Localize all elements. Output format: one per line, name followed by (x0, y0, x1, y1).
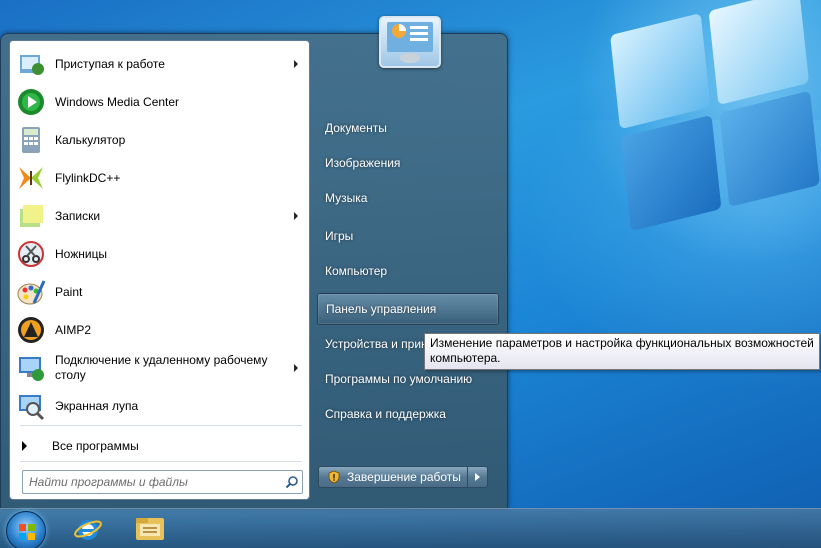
paint-icon (14, 275, 48, 309)
snipping-tool-icon (14, 237, 48, 271)
program-label: Экранная лупа (55, 398, 139, 413)
program-label: FlylinkDC++ (55, 170, 121, 185)
triangle-right-icon (475, 473, 480, 481)
media-center-icon (14, 85, 48, 119)
program-label: AIMP2 (55, 322, 92, 337)
shutdown-button[interactable]: Завершение работы (318, 466, 468, 488)
program-item[interactable]: FlylinkDC++ (12, 159, 308, 197)
calculator-icon (14, 123, 48, 157)
program-label: Windows Media Center (55, 94, 180, 109)
submenu-arrow-icon (294, 212, 298, 220)
program-item[interactable]: Экранная лупа (12, 387, 308, 425)
program-label: Калькулятор (55, 132, 126, 147)
explorer-folder-icon (136, 518, 164, 540)
separator (20, 461, 302, 462)
separator (20, 425, 302, 426)
remote-desktop-icon (14, 351, 48, 385)
right-menu-item[interactable]: Документы (317, 112, 499, 144)
sticky-notes-icon (14, 199, 48, 233)
right-menu-label: Изображения (325, 156, 401, 170)
right-menu-label: Документы (325, 121, 387, 135)
right-menu-item[interactable]: Панель управления (317, 293, 499, 325)
all-programs-button[interactable]: Все программы (12, 432, 308, 460)
right-menu-label: Компьютер (325, 264, 388, 278)
right-menu-item[interactable]: Справка и поддержка (317, 398, 499, 430)
submenu-arrow-icon (294, 60, 298, 68)
shutdown-label: Завершение работы (347, 470, 461, 484)
user-picture[interactable] (379, 16, 441, 68)
start-button[interactable] (6, 511, 46, 548)
taskbar-internet-explorer[interactable] (66, 511, 110, 547)
taskbar (0, 508, 821, 548)
program-label: Подключение к удаленному рабочему столу (55, 353, 268, 382)
search-box (22, 470, 303, 494)
program-label: Записки (55, 208, 101, 223)
right-menu-item[interactable]: Игры (317, 220, 499, 252)
taskbar-explorer[interactable] (128, 511, 172, 547)
right-menu-label: Программы по умолчанию (325, 372, 473, 386)
triangle-right-icon (22, 441, 27, 451)
magnifier-icon (14, 389, 48, 423)
aimp-icon (14, 313, 48, 347)
program-item[interactable]: Калькулятор (12, 121, 308, 159)
right-menu-label: Музыка (325, 191, 368, 205)
flylinkdc-icon (14, 161, 48, 195)
program-label: Paint (55, 284, 83, 299)
program-item[interactable]: Windows Media Center (12, 83, 308, 121)
windows-logo-icon (19, 524, 35, 540)
program-item[interactable]: Paint (12, 273, 308, 311)
shield-icon (328, 470, 340, 484)
all-programs-label: Все программы (52, 439, 139, 453)
program-item[interactable]: Записки (12, 197, 308, 235)
right-menu-item[interactable]: Компьютер (317, 255, 499, 287)
shutdown-options-button[interactable] (468, 466, 488, 488)
program-item[interactable]: Ножницы (12, 235, 308, 273)
search-input[interactable] (23, 472, 282, 492)
program-label: Ножницы (55, 246, 108, 261)
right-menu-label: Игры (325, 229, 354, 243)
program-item[interactable]: Приступая к работе (12, 45, 308, 83)
internet-explorer-icon (74, 520, 102, 540)
program-item[interactable]: AIMP2 (12, 311, 308, 349)
tooltip-text: Изменение параметров и настройка функцио… (430, 336, 814, 365)
right-menu-label: Панель управления (326, 302, 437, 316)
search-icon[interactable] (282, 472, 302, 492)
submenu-arrow-icon (294, 364, 298, 372)
start-menu: Приступая к работе Windows Media Center Ка… (0, 16, 508, 509)
getting-started-icon (14, 47, 48, 81)
programs-pane: Приступая к работе Windows Media Center Ка… (9, 40, 310, 500)
right-menu-label: Справка и поддержка (325, 407, 446, 421)
right-menu-item[interactable]: Изображения (317, 147, 499, 179)
right-menu-item[interactable]: Музыка (317, 182, 499, 214)
program-label: Приступая к работе (55, 56, 165, 71)
program-item[interactable]: Подключение к удаленному рабочему столу (12, 349, 308, 387)
tooltip: Изменение параметров и настройка функцио… (424, 333, 820, 370)
